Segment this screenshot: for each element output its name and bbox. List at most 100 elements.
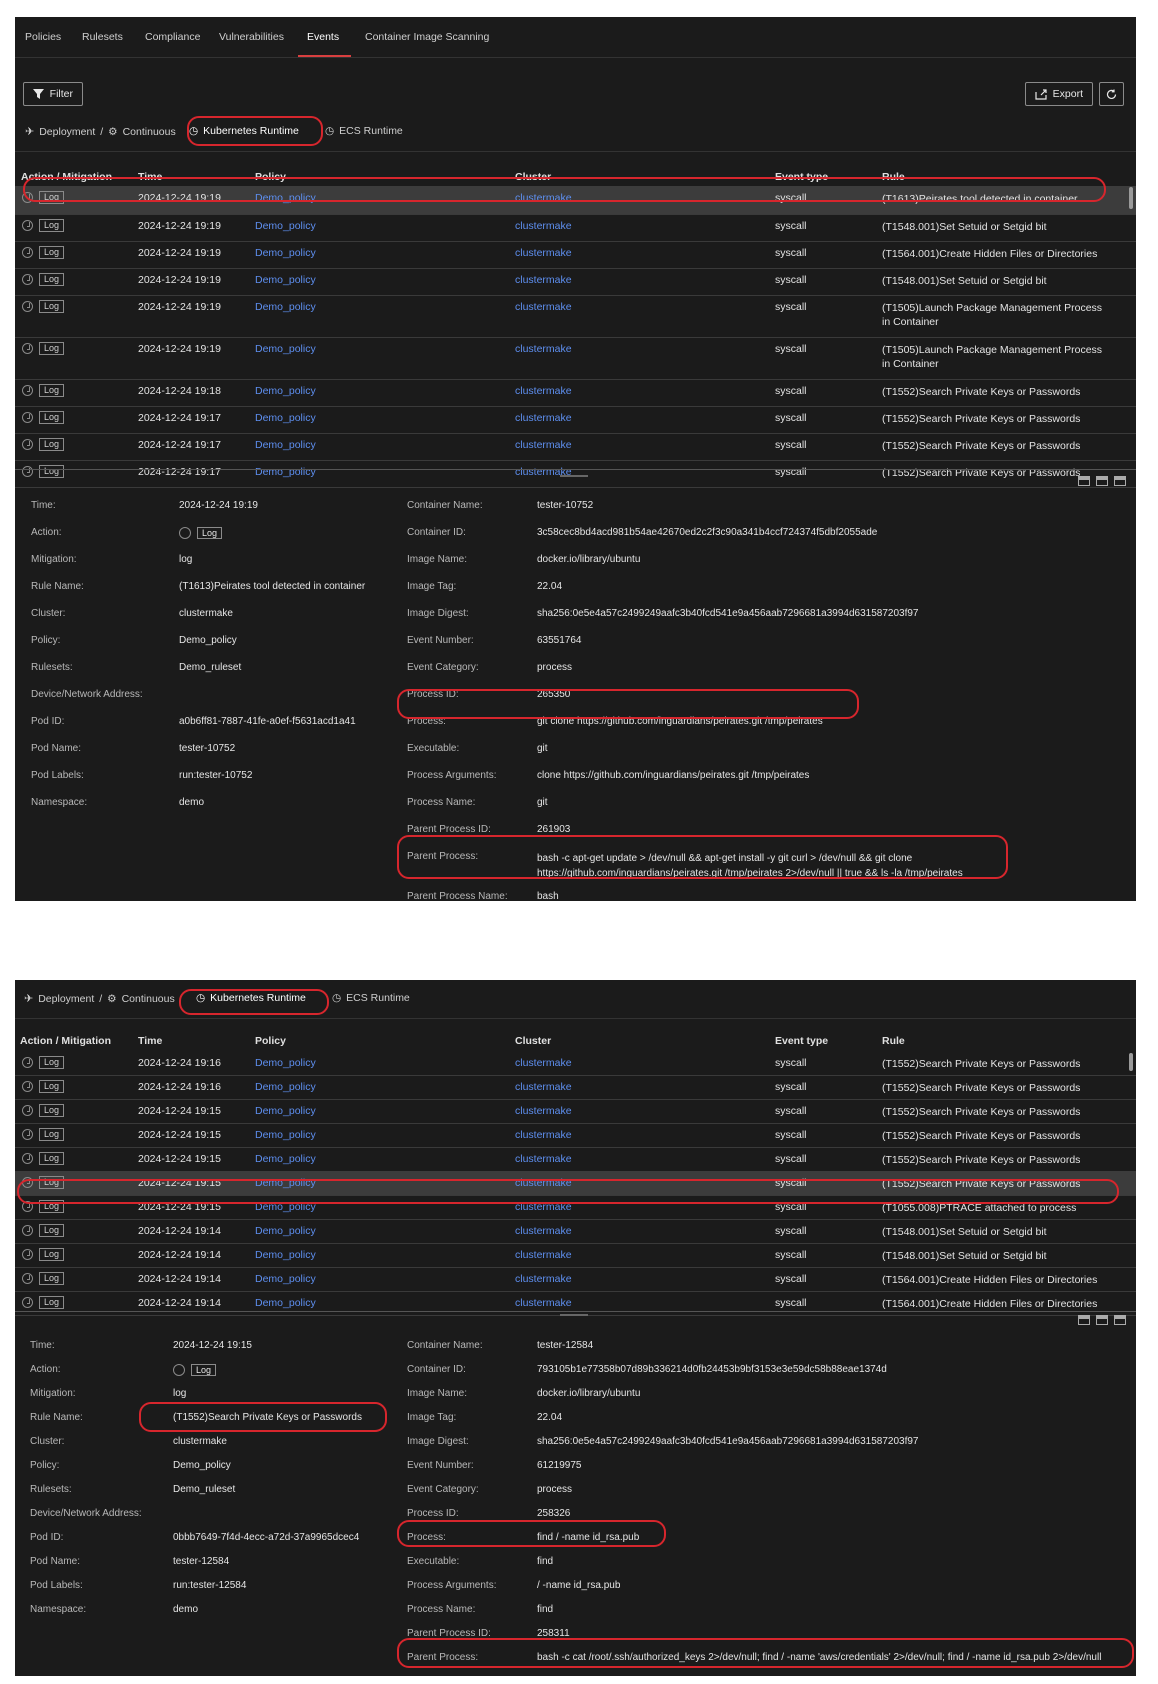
- table-scrollbar[interactable]: [1129, 1053, 1133, 1071]
- resize-handle[interactable]: [560, 475, 588, 477]
- tab-kubernetes-runtime[interactable]: ◷ Kubernetes Runtime: [196, 992, 306, 1004]
- export-button[interactable]: Export: [1025, 82, 1093, 106]
- tab-ecs-runtime[interactable]: ◷ ECS Runtime: [325, 125, 403, 137]
- value-rulesets[interactable]: Demo_ruleset: [179, 662, 241, 673]
- resize-handle[interactable]: [560, 1314, 588, 1316]
- col-time[interactable]: Time: [138, 171, 162, 183]
- tab-vulnerabilities[interactable]: Vulnerabilities: [219, 31, 284, 43]
- col-rule[interactable]: Rule: [882, 171, 905, 183]
- row-policy-link[interactable]: Demo_policy: [255, 274, 316, 286]
- table-row[interactable]: Log 2024-12-24 19:14 Demo_policy clustermak…: [15, 1267, 1136, 1292]
- row-cluster-link[interactable]: clustermake: [515, 301, 572, 313]
- table-row[interactable]: Log 2024-12-24 19:15 Demo_policy clustermak…: [15, 1123, 1136, 1148]
- row-policy-link[interactable]: Demo_policy: [255, 385, 316, 397]
- tab-compliance[interactable]: Compliance: [145, 31, 200, 43]
- col-cluster[interactable]: Cluster: [515, 1035, 551, 1047]
- row-cluster-link[interactable]: clustermake: [515, 1153, 572, 1165]
- row-cluster-link[interactable]: clustermake: [515, 247, 572, 259]
- row-cluster-link[interactable]: clustermake: [515, 439, 572, 451]
- row-policy-link[interactable]: Demo_policy: [255, 1177, 316, 1189]
- value-cluster[interactable]: clustermake: [173, 1436, 227, 1447]
- row-cluster-link[interactable]: clustermake: [515, 412, 572, 424]
- table-row[interactable]: Log 2024-12-24 19:16 Demo_policy clustermak…: [15, 1075, 1136, 1100]
- col-time[interactable]: Time: [138, 1035, 162, 1047]
- tab-deployment-continuous[interactable]: ✈ Deployment / ⚙ Continuous: [24, 992, 175, 1006]
- row-cluster-link[interactable]: clustermake: [515, 1081, 572, 1093]
- row-policy-link[interactable]: Demo_policy: [255, 1153, 316, 1165]
- table-row[interactable]: Log 2024-12-24 19:17 Demo_policy clustermak…: [15, 433, 1136, 461]
- row-policy-link[interactable]: Demo_policy: [255, 192, 316, 204]
- tab-deployment-continuous[interactable]: ✈ Deployment / ⚙ Continuous: [25, 125, 176, 139]
- row-policy-link[interactable]: Demo_policy: [255, 301, 316, 313]
- value-policy[interactable]: Demo_policy: [173, 1460, 231, 1471]
- row-policy-link[interactable]: Demo_policy: [255, 1225, 316, 1237]
- value-rulesets[interactable]: Demo_ruleset: [173, 1484, 235, 1495]
- row-policy-link[interactable]: Demo_policy: [255, 1057, 316, 1069]
- table-row[interactable]: Log 2024-12-24 19:15 Demo_policy clustermak…: [15, 1099, 1136, 1124]
- tab-events[interactable]: Events: [307, 31, 339, 43]
- table-row[interactable]: Log 2024-12-24 19:19 Demo_policy clustermak…: [15, 214, 1136, 242]
- col-policy[interactable]: Policy: [255, 1035, 286, 1047]
- col-cluster[interactable]: Cluster: [515, 171, 551, 183]
- tab-kubernetes-runtime[interactable]: ◷ Kubernetes Runtime: [189, 125, 299, 137]
- table-row[interactable]: Log 2024-12-24 19:19 Demo_policy clustermak…: [15, 241, 1136, 269]
- row-policy-link[interactable]: Demo_policy: [255, 220, 316, 232]
- table-row[interactable]: Log 2024-12-24 19:18 Demo_policy clustermak…: [15, 379, 1136, 407]
- table-row[interactable]: Log 2024-12-24 19:14 Demo_policy clustermak…: [15, 1219, 1136, 1244]
- row-policy-link[interactable]: Demo_policy: [255, 1249, 316, 1261]
- row-policy-link[interactable]: Demo_policy: [255, 439, 316, 451]
- col-policy[interactable]: Policy: [255, 171, 286, 183]
- row-cluster-link[interactable]: clustermake: [515, 274, 572, 286]
- table-scrollbar[interactable]: [1129, 187, 1133, 209]
- row-cluster-link[interactable]: clustermake: [515, 1105, 572, 1117]
- row-policy-link[interactable]: Demo_policy: [255, 343, 316, 355]
- row-policy-link[interactable]: Demo_policy: [255, 1081, 316, 1093]
- table-row[interactable]: Log 2024-12-24 19:15 Demo_policy clustermak…: [15, 1171, 1136, 1196]
- col-action[interactable]: Action / Mitigation: [20, 1035, 111, 1047]
- row-cluster-link[interactable]: clustermake: [515, 343, 572, 355]
- pane-layout-icons[interactable]: [1078, 476, 1126, 486]
- row-cluster-link[interactable]: clustermake: [515, 1129, 572, 1141]
- row-policy-link[interactable]: Demo_policy: [255, 1105, 316, 1117]
- row-rule: (T1552)Search Private Keys or Passwords: [882, 440, 1081, 452]
- row-policy-link[interactable]: Demo_policy: [255, 1273, 316, 1285]
- table-row[interactable]: Log 2024-12-24 19:15 Demo_policy clustermak…: [15, 1147, 1136, 1172]
- tab-policies[interactable]: Policies: [25, 31, 61, 43]
- row-cluster-link[interactable]: clustermake: [515, 220, 572, 232]
- row-cluster-link[interactable]: clustermake: [515, 1297, 572, 1309]
- value-policy[interactable]: Demo_policy: [179, 635, 237, 646]
- filter-button[interactable]: Filter: [23, 82, 83, 106]
- row-policy-link[interactable]: Demo_policy: [255, 412, 316, 424]
- col-event-type[interactable]: Event type: [775, 1035, 828, 1047]
- row-cluster-link[interactable]: clustermake: [515, 1057, 572, 1069]
- table-row[interactable]: Log 2024-12-24 19:19 Demo_policy clustermak…: [15, 337, 1136, 380]
- table-row[interactable]: Log 2024-12-24 19:14 Demo_policy clustermak…: [15, 1243, 1136, 1268]
- tab-ecs-runtime[interactable]: ◷ ECS Runtime: [332, 992, 410, 1004]
- row-policy-link[interactable]: Demo_policy: [255, 247, 316, 259]
- table-row[interactable]: Log 2024-12-24 19:15 Demo_policy clustermak…: [15, 1195, 1136, 1220]
- table-row[interactable]: Log 2024-12-24 19:19 Demo_policy clustermak…: [15, 186, 1136, 215]
- row-cluster-link[interactable]: clustermake: [515, 1273, 572, 1285]
- table-row[interactable]: Log 2024-12-24 19:16 Demo_policy clustermak…: [15, 1051, 1136, 1076]
- row-cluster-link[interactable]: clustermake: [515, 1177, 572, 1189]
- row-cluster-link[interactable]: clustermake: [515, 1249, 572, 1261]
- label-rulesets: Rulesets:: [30, 1484, 72, 1495]
- col-event-type[interactable]: Event type: [775, 171, 828, 183]
- value-cluster[interactable]: clustermake: [179, 608, 233, 619]
- table-row[interactable]: Log 2024-12-24 19:19 Demo_policy clustermak…: [15, 268, 1136, 296]
- row-policy-link[interactable]: Demo_policy: [255, 1201, 316, 1213]
- tab-rulesets[interactable]: Rulesets: [82, 31, 123, 43]
- col-rule[interactable]: Rule: [882, 1035, 905, 1047]
- row-policy-link[interactable]: Demo_policy: [255, 1129, 316, 1141]
- row-cluster-link[interactable]: clustermake: [515, 192, 572, 204]
- row-cluster-link[interactable]: clustermake: [515, 385, 572, 397]
- row-cluster-link[interactable]: clustermake: [515, 1225, 572, 1237]
- col-action[interactable]: Action / Mitigation: [21, 171, 112, 183]
- tab-container-image-scanning[interactable]: Container Image Scanning: [365, 31, 489, 43]
- refresh-button[interactable]: [1099, 82, 1124, 106]
- row-policy-link[interactable]: Demo_policy: [255, 1297, 316, 1309]
- row-cluster-link[interactable]: clustermake: [515, 1201, 572, 1213]
- table-row[interactable]: Log 2024-12-24 19:17 Demo_policy clustermak…: [15, 406, 1136, 434]
- pane-layout-icons[interactable]: [1078, 1315, 1126, 1325]
- table-row[interactable]: Log 2024-12-24 19:19 Demo_policy clustermak…: [15, 295, 1136, 338]
